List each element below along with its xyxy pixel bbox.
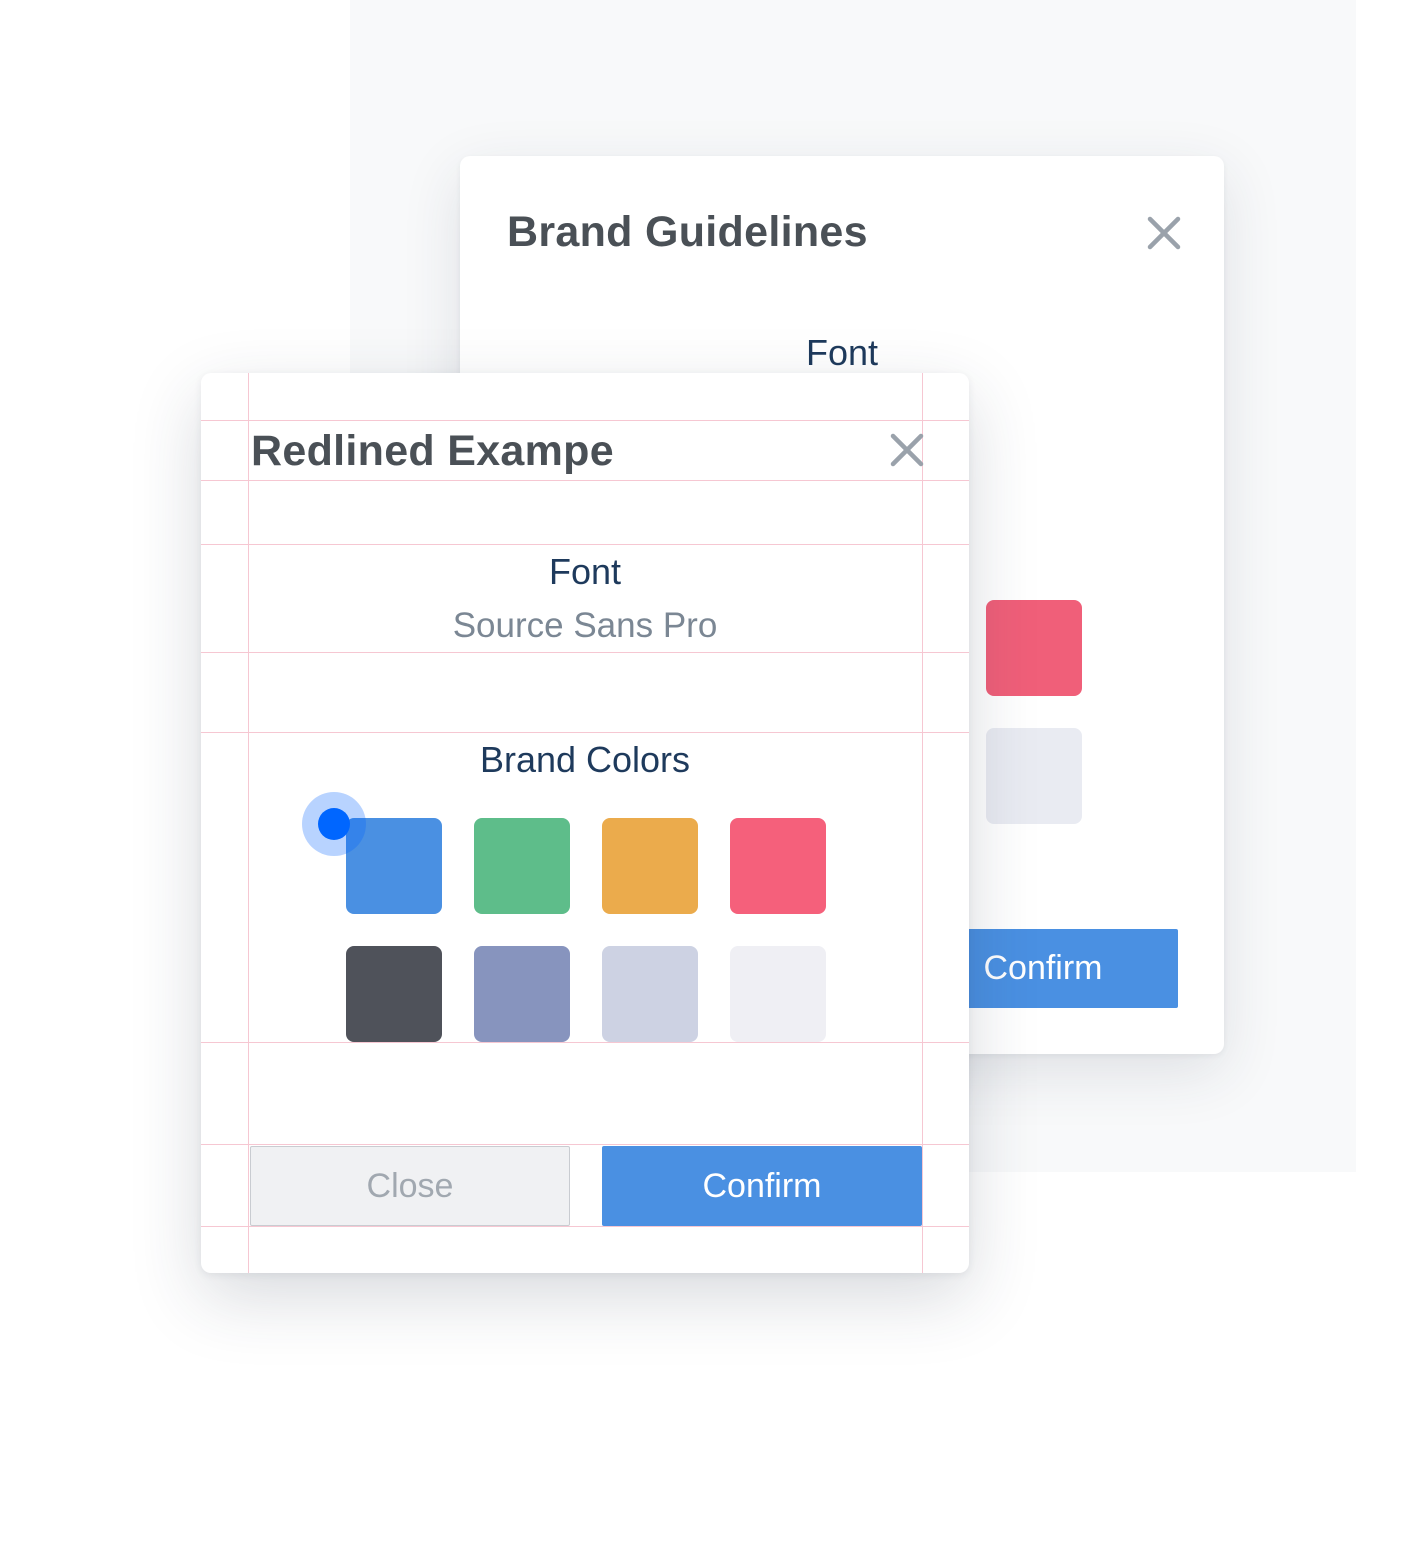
- color-swatch[interactable]: [986, 600, 1082, 696]
- redline-guide: [201, 732, 969, 733]
- close-icon[interactable]: [1145, 214, 1183, 252]
- canvas: Brand Guidelines Font Confirm Redlined E…: [0, 0, 1426, 1546]
- dialog-title: Brand Guidelines: [507, 208, 868, 256]
- redline-guide: [922, 373, 923, 1273]
- color-swatch[interactable]: [730, 946, 826, 1042]
- redline-guide: [248, 373, 249, 1273]
- color-swatch[interactable]: [602, 818, 698, 914]
- color-swatch-grid: [346, 818, 826, 1042]
- redlined-example-dialog: Redlined Exampe Font Source Sans Pro Bra…: [201, 373, 969, 1273]
- redline-guide: [201, 1226, 969, 1227]
- font-label: Font: [805, 332, 879, 373]
- close-icon[interactable]: [889, 432, 925, 468]
- cursor-pointer: [318, 808, 350, 840]
- redline-guide: [201, 544, 969, 545]
- color-swatch[interactable]: [986, 728, 1082, 824]
- brand-colors-label: Brand Colors: [479, 739, 691, 780]
- redline-guide: [201, 1144, 969, 1145]
- color-swatch[interactable]: [474, 946, 570, 1042]
- redline-guide: [201, 652, 969, 653]
- color-swatch[interactable]: [602, 946, 698, 1042]
- redline-guide: [201, 480, 969, 481]
- close-button[interactable]: Close: [250, 1146, 570, 1226]
- confirm-button[interactable]: Confirm: [602, 1146, 922, 1226]
- color-swatch[interactable]: [346, 946, 442, 1042]
- font-value: Source Sans Pro: [452, 606, 718, 645]
- dialog-title: Redlined Exampe: [251, 427, 614, 475]
- redline-guide: [201, 1042, 969, 1043]
- font-label: Font: [548, 551, 622, 592]
- color-swatch[interactable]: [474, 818, 570, 914]
- redline-guide: [201, 420, 969, 421]
- color-swatch[interactable]: [730, 818, 826, 914]
